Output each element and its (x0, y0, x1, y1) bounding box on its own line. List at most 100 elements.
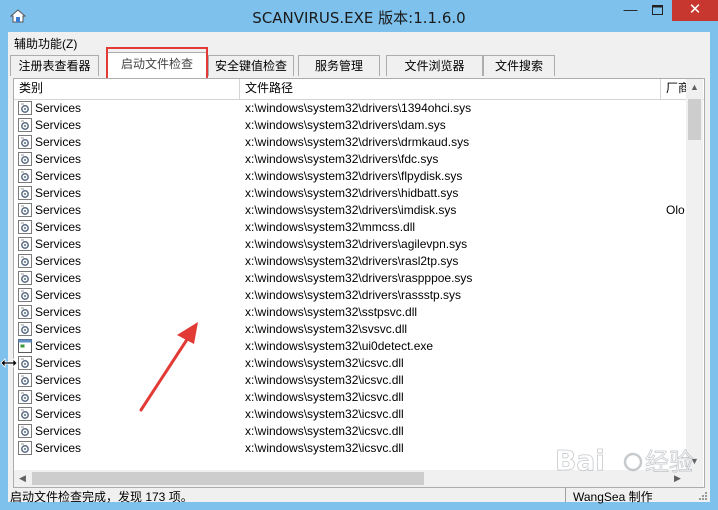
row-file-path: x:\windows\system32\drivers\dam.sys (245, 118, 446, 132)
window-title: SCANVIRUS.EXE 版本:1.1.6.0 (252, 9, 466, 27)
service-icon (18, 322, 32, 336)
table-row[interactable]: Services x:\windows\system32\drivers\rasp… (14, 270, 686, 287)
watermark-logo: Bai 经验 (555, 444, 694, 478)
table-row[interactable]: Services x:\windows\system32\mmcss.dll (14, 219, 686, 236)
table-row[interactable]: Services x:\windows\system32\drivers\drmk… (14, 134, 686, 151)
row-file-path: x:\windows\system32\drivers\fdc.sys (245, 152, 439, 166)
tab-service-manager[interactable]: 服务管理 (298, 55, 380, 76)
service-icon (18, 441, 32, 455)
row-file-path: x:\windows\system32\drivers\drmkaud.sys (245, 135, 470, 149)
row-file-path: x:\windows\system32\drivers\1394ohci.sys (245, 101, 472, 115)
scroll-left-arrow-icon[interactable]: ◀ (14, 470, 31, 487)
close-button[interactable]: ✕ (672, 0, 718, 21)
service-icon (18, 271, 32, 285)
service-icon (18, 220, 32, 234)
service-icon (18, 135, 32, 149)
table-row[interactable]: Services x:\windows\system32\icsvc.dll (14, 372, 686, 389)
service-icon (18, 390, 32, 404)
vertical-scrollbar[interactable]: ▲ ▼ (686, 79, 703, 470)
table-row[interactable]: Services x:\windows\system32\drivers\1394… (14, 100, 686, 117)
row-category: Services (35, 186, 82, 200)
service-icon (18, 305, 32, 319)
row-file-path: x:\windows\system32\mmcss.dll (245, 220, 416, 234)
table-row[interactable]: Services x:\windows\system32\icsvc.dll (14, 406, 686, 423)
list-header: 类别 文件路径 厂商 (14, 79, 704, 100)
table-row[interactable]: Services x:\windows\system32\drivers\dam.… (14, 117, 686, 134)
table-row[interactable]: Services x:\windows\system32\ui0detect.ex… (14, 338, 686, 355)
column-header-category[interactable]: 类别 (14, 79, 240, 99)
scroll-up-arrow-icon[interactable]: ▲ (686, 79, 703, 96)
table-row[interactable]: Services x:\windows\system32\icsvc.dll (14, 389, 686, 406)
table-row[interactable]: Services x:\windows\system32\icsvc.dll (14, 423, 686, 440)
table-row[interactable]: Services x:\windows\system32\drivers\fdc.… (14, 151, 686, 168)
table-row[interactable]: Services x:\windows\system32\drivers\rasl… (14, 253, 686, 270)
table-row[interactable]: Services x:\windows\system32\sstpsvc.dll (14, 304, 686, 321)
row-file-path: x:\windows\system32\drivers\imdisk.sys (245, 203, 457, 217)
row-category: Services (35, 322, 82, 336)
client-area: 辅助功能(Z) 注册表查看器 启动文件检查 安全键值检查 服务管理 文件浏览器 … (8, 32, 710, 504)
service-icon (18, 373, 32, 387)
table-row[interactable]: Services x:\windows\system32\drivers\flpy… (14, 168, 686, 185)
app-window: SCANVIRUS.EXE 版本:1.1.6.0 — ✕ 辅助功能(Z) 注册表… (0, 0, 718, 510)
row-category: Services (35, 441, 82, 455)
status-divider (565, 487, 566, 502)
tab-file-search[interactable]: 文件搜索 (483, 55, 555, 76)
row-file-path: x:\windows\system32\icsvc.dll (245, 356, 404, 370)
menu-assist[interactable]: 辅助功能(Z) (14, 35, 77, 52)
table-row[interactable]: Services x:\windows\system32\drivers\hidb… (14, 185, 686, 202)
row-category: Services (35, 220, 82, 234)
row-file-path: x:\windows\system32\drivers\flpydisk.sys (245, 169, 463, 183)
horizontal-scroll-thumb[interactable] (32, 472, 424, 485)
table-row[interactable]: Services x:\windows\system32\drivers\imdi… (14, 202, 686, 219)
row-category: Services (35, 271, 82, 285)
row-category: Services (35, 152, 82, 166)
row-category: Services (35, 254, 82, 268)
service-icon (18, 186, 32, 200)
tab-registry-viewer[interactable]: 注册表查看器 (10, 55, 99, 76)
table-row[interactable]: Services x:\windows\system32\icsvc.dll (14, 355, 686, 372)
row-file-path: x:\windows\system32\ui0detect.exe (245, 339, 434, 353)
row-category: Services (35, 118, 82, 132)
column-header-path[interactable]: 文件路径 (240, 79, 661, 99)
row-vendor: Olo (666, 203, 685, 217)
row-category: Services (35, 169, 82, 183)
service-icon (18, 288, 32, 302)
service-icon (18, 424, 32, 438)
table-row[interactable]: Services x:\windows\system32\drivers\agil… (14, 236, 686, 253)
tab-security-keys[interactable]: 安全键值检查 (208, 55, 294, 76)
vertical-scroll-thumb[interactable] (688, 99, 701, 140)
table-row[interactable]: Services x:\windows\system32\svsvc.dll (14, 321, 686, 338)
row-file-path: x:\windows\system32\icsvc.dll (245, 441, 404, 455)
row-file-path: x:\windows\system32\icsvc.dll (245, 373, 404, 387)
row-category: Services (35, 288, 82, 302)
row-category: Services (35, 373, 82, 387)
status-bar: 启动文件检查完成，发现 173 项。 WangSea 制作 (8, 486, 710, 504)
row-category: Services (35, 237, 82, 251)
row-file-path: x:\windows\system32\drivers\rassstp.sys (245, 288, 462, 302)
row-file-path: x:\windows\system32\icsvc.dll (245, 407, 404, 421)
startup-file-list[interactable]: 类别 文件路径 厂商 Services x:\windows\system32\d… (14, 79, 704, 487)
row-file-path: x:\windows\system32\icsvc.dll (245, 390, 404, 404)
service-icon (18, 118, 32, 132)
row-category: Services (35, 356, 82, 370)
tab-panel: 类别 文件路径 厂商 Services x:\windows\system32\d… (13, 78, 705, 488)
svg-text:经验: 经验 (645, 448, 693, 476)
annotation-arrow-icon (139, 322, 198, 412)
title-bar[interactable]: SCANVIRUS.EXE 版本:1.1.6.0 — ✕ (0, 0, 718, 32)
tab-file-browser[interactable]: 文件浏览器 (386, 55, 483, 76)
service-icon (18, 407, 32, 421)
row-category: Services (35, 339, 82, 353)
row-category: Services (35, 135, 82, 149)
maximize-button[interactable] (645, 0, 671, 21)
resize-grip-icon[interactable] (696, 491, 708, 502)
service-icon (18, 254, 32, 268)
service-icon (18, 356, 32, 370)
row-category: Services (35, 305, 82, 319)
row-category: Services (35, 407, 82, 421)
minimize-button[interactable]: — (617, 0, 644, 21)
row-file-path: x:\windows\system32\drivers\agilevpn.sys (245, 237, 468, 251)
table-row[interactable]: Services x:\windows\system32\drivers\rass… (14, 287, 686, 304)
row-file-path: x:\windows\system32\drivers\hidbatt.sys (245, 186, 459, 200)
row-category: Services (35, 203, 82, 217)
service-icon (18, 101, 32, 115)
